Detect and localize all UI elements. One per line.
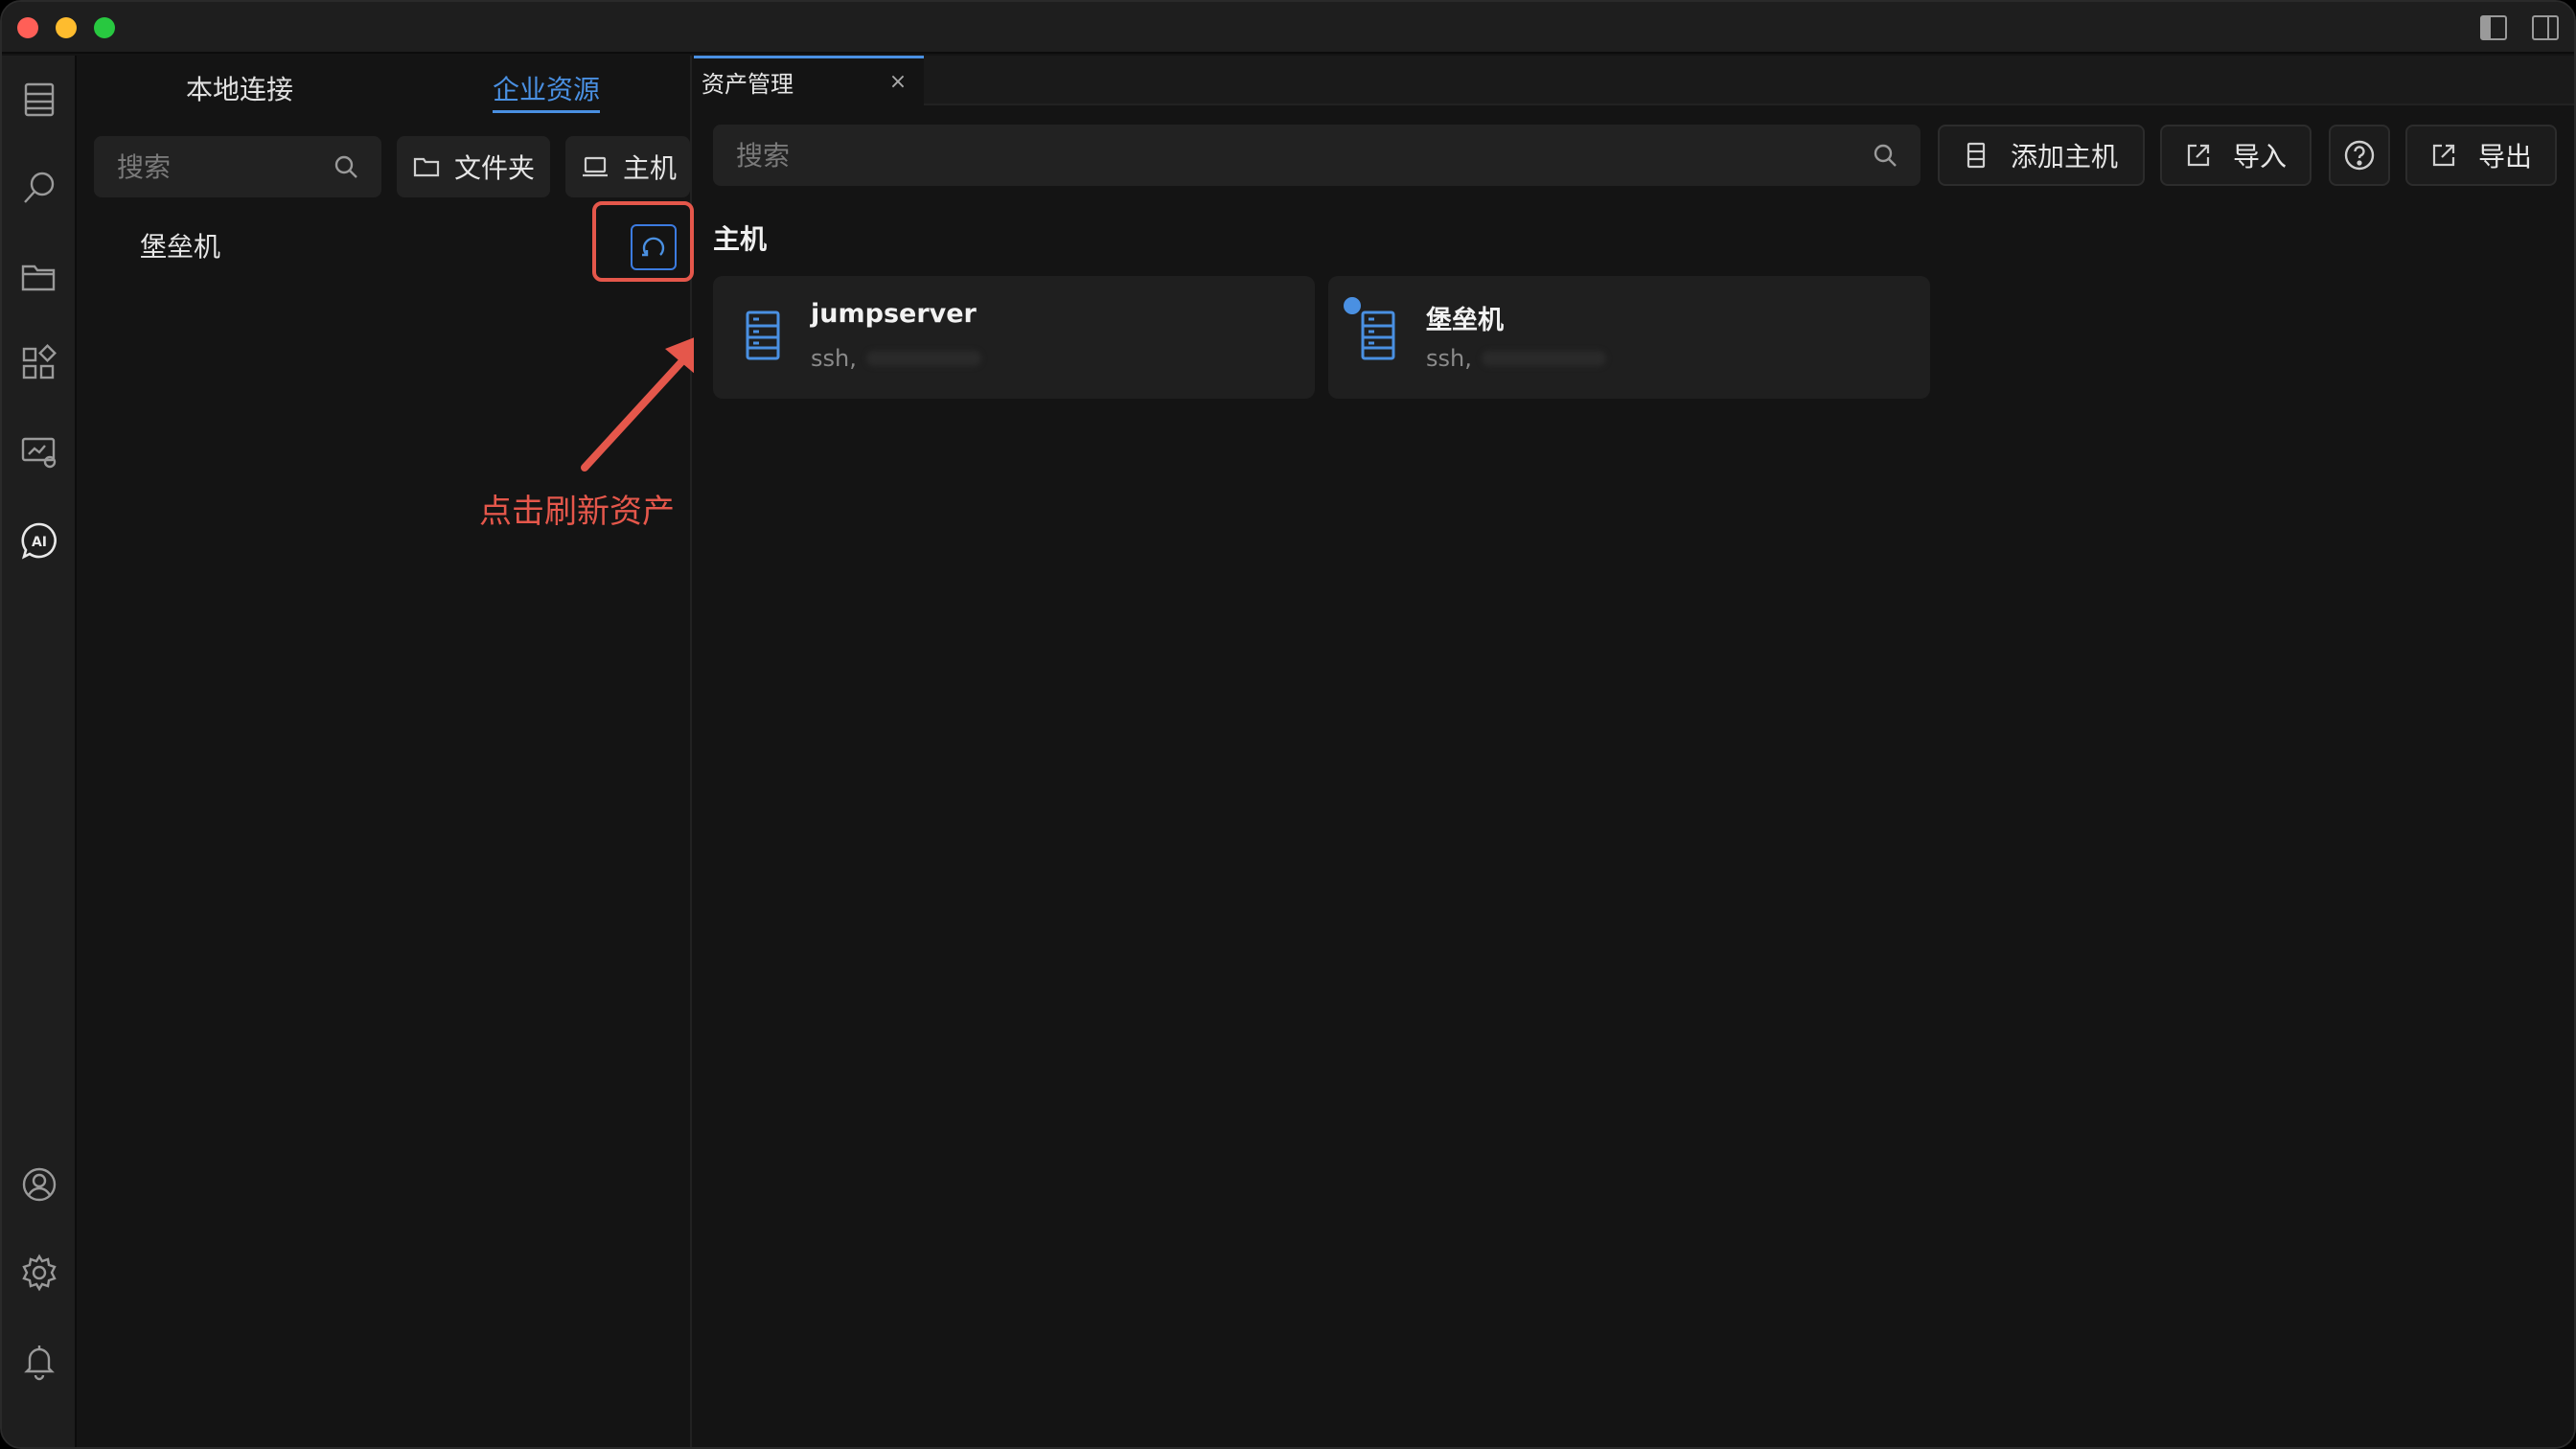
add-host-label: 添加主机 bbox=[2011, 141, 2119, 172]
new-folder-button[interactable]: 文件夹 bbox=[397, 136, 550, 197]
host-connection-info: ssh, bbox=[1426, 345, 1472, 372]
export-button[interactable]: 导出 bbox=[2405, 125, 2557, 186]
export-icon bbox=[2428, 140, 2459, 171]
host-name: 堡垒机 bbox=[1426, 306, 1504, 335]
redacted-address bbox=[866, 351, 981, 366]
host-card-jumpserver[interactable]: jumpserver ssh, bbox=[713, 276, 1315, 399]
activity-bar: AI bbox=[2, 56, 77, 1447]
editor-tab-bar: 资产管理 × bbox=[694, 56, 2574, 105]
maximize-window-button[interactable] bbox=[94, 17, 115, 38]
close-tab-icon[interactable]: × bbox=[886, 70, 910, 95]
host-connection-info: ssh, bbox=[811, 345, 857, 372]
import-label: 导入 bbox=[2233, 141, 2288, 172]
tab-enterprise-resources[interactable]: 企业资源 bbox=[493, 63, 601, 113]
app-window: AI 本地连接 企业资源 文件夹 bbox=[0, 0, 2576, 1449]
add-host-button[interactable]: 添加主机 bbox=[1938, 125, 2145, 186]
svg-text:AI: AI bbox=[32, 535, 47, 550]
ai-assistant-icon[interactable]: AI bbox=[18, 519, 60, 562]
help-button[interactable] bbox=[2329, 125, 2390, 186]
server-icon bbox=[1961, 140, 1991, 171]
sidebar-search bbox=[94, 136, 381, 197]
server-icon bbox=[1357, 309, 1399, 362]
user-account-icon[interactable] bbox=[18, 1163, 60, 1206]
import-icon bbox=[2183, 140, 2214, 171]
search-icon bbox=[332, 152, 360, 181]
refresh-annotation-text: 点击刷新资产 bbox=[479, 493, 675, 531]
refresh-highlight-box bbox=[592, 201, 694, 282]
tree-item-bastion[interactable]: 堡垒机 bbox=[140, 220, 220, 274]
monitor-settings-icon[interactable] bbox=[18, 431, 60, 473]
hosts-list-icon[interactable] bbox=[18, 79, 60, 121]
close-window-button[interactable] bbox=[17, 17, 38, 38]
export-label: 导出 bbox=[2478, 141, 2533, 172]
tab-local-connections[interactable]: 本地连接 bbox=[186, 63, 293, 117]
tab-asset-management-label: 资产管理 bbox=[702, 71, 794, 98]
host-name: jumpserver bbox=[811, 299, 977, 329]
server-icon bbox=[742, 309, 784, 362]
help-icon bbox=[2343, 139, 2376, 172]
tab-asset-management[interactable]: 资产管理 × bbox=[694, 56, 924, 105]
refresh-assets-button[interactable] bbox=[631, 224, 677, 270]
new-host-label: 主机 bbox=[623, 152, 678, 184]
asset-search bbox=[713, 125, 1920, 186]
search-icon[interactable] bbox=[18, 167, 60, 209]
asset-management-panel: 资产管理 × 添加主机 导入 bbox=[694, 56, 2574, 1447]
folder-icon bbox=[412, 152, 441, 181]
refresh-icon bbox=[642, 237, 665, 257]
new-folder-label: 文件夹 bbox=[454, 152, 536, 184]
redacted-address bbox=[1482, 351, 1606, 366]
folder-icon[interactable] bbox=[18, 255, 60, 297]
gear-icon[interactable] bbox=[18, 1252, 60, 1294]
title-bar bbox=[2, 2, 2574, 54]
toggle-right-panel-icon[interactable] bbox=[2530, 13, 2561, 42]
new-host-button[interactable]: 主机 bbox=[565, 136, 690, 197]
sidebar: 本地连接 企业资源 文件夹 主机 堡垒机 bbox=[79, 56, 709, 1447]
search-icon bbox=[1871, 141, 1899, 170]
asset-search-input[interactable] bbox=[713, 125, 1920, 186]
import-button[interactable]: 导入 bbox=[2160, 125, 2312, 186]
apps-grid-icon[interactable] bbox=[18, 343, 60, 385]
host-card-bastion[interactable]: 堡垒机 ssh, bbox=[1328, 276, 1930, 399]
toggle-left-panel-icon[interactable] bbox=[2478, 13, 2509, 42]
minimize-window-button[interactable] bbox=[56, 17, 77, 38]
laptop-icon bbox=[581, 152, 610, 181]
hosts-section-title: 主机 bbox=[713, 223, 768, 255]
bell-icon[interactable] bbox=[18, 1340, 60, 1382]
